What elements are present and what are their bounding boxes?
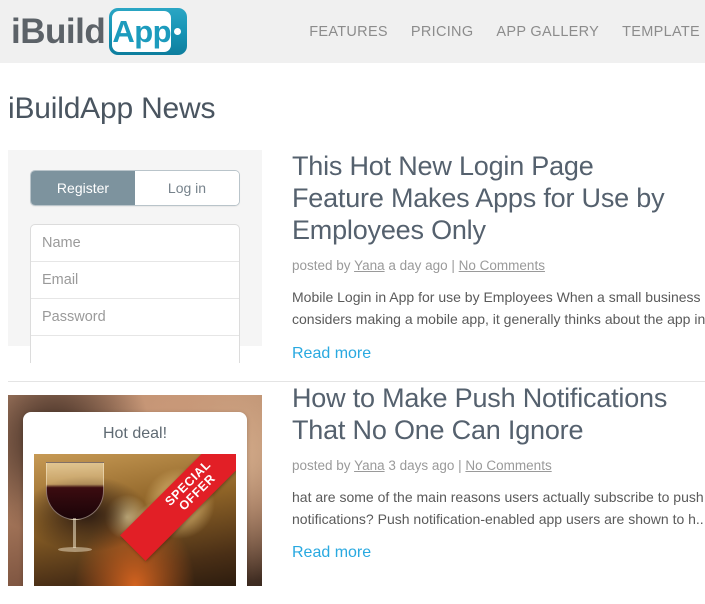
logo-text-ibuild: iBuild [11, 12, 106, 51]
wine-base-shape [58, 546, 92, 552]
article-thumbnail[interactable]: Hot deal! SPECIAL OFFER [8, 382, 262, 586]
posted-by-label: posted by [292, 458, 355, 473]
wine-glass-icon [46, 461, 104, 554]
article-excerpt: hat are some of the main reasons users a… [292, 487, 705, 530]
article-item: Register Log in Name Email Password This… [0, 150, 705, 363]
excerpt-line: considers making a mobile app, it genera… [292, 311, 705, 328]
wine-stem-shape [73, 517, 76, 548]
article-title-line: Feature Makes Apps for Use by [292, 183, 665, 214]
article-meta: posted by Yana a day ago | No Comments [292, 258, 705, 273]
tab-register[interactable]: Register [31, 171, 135, 205]
name-field[interactable]: Name [31, 225, 239, 262]
password-field[interactable]: Password [31, 299, 239, 336]
deal-card-title: Hot deal! [102, 424, 168, 442]
excerpt-line: notifications? Push notification-enabled… [292, 510, 705, 527]
nav-item-app-gallery[interactable]: APP GALLERY [496, 24, 599, 40]
special-offer-ribbon: SPECIAL OFFER [120, 453, 236, 561]
hot-deal-photo-mockup: Hot deal! SPECIAL OFFER [8, 394, 262, 586]
article-meta: posted by Yana 3 days ago | No Comments [292, 458, 705, 473]
article-title-line: How to Make Push Notifications [292, 382, 668, 413]
author-link[interactable]: Yana [354, 458, 385, 473]
site-header: iBuild App FEATURES PRICING APP GALLERY … [0, 0, 705, 63]
auth-tab-group: Register Log in [30, 170, 240, 206]
nav-item-features[interactable]: FEATURES [309, 24, 388, 40]
article-list: Register Log in Name Email Password This… [0, 150, 705, 586]
wine-bowl-shape [46, 461, 104, 520]
article-body: This Hot New Login Page Feature Makes Ap… [262, 150, 705, 363]
page-title: iBuildApp News [8, 92, 216, 125]
comments-link[interactable]: No Comments [465, 458, 551, 473]
signup-field-stack: Name Email Password [30, 224, 240, 363]
post-time: 3 days ago [384, 458, 459, 473]
excerpt-line: hat are some of the main reasons users a… [292, 489, 704, 505]
post-time: a day ago [384, 258, 452, 274]
logo-app-inner: App [112, 11, 172, 52]
article-body: How to Make Push Notifications That No O… [262, 382, 705, 586]
extra-field[interactable] [31, 336, 239, 363]
article-title[interactable]: How to Make Push Notifications That No O… [292, 382, 705, 446]
meta-separator: | [451, 258, 459, 274]
ribbon-line-2: OFFER [176, 471, 219, 514]
main-nav: FEATURES PRICING APP GALLERY TEMPLATE DE… [309, 24, 705, 40]
deal-photo: SPECIAL OFFER [34, 453, 236, 586]
read-more-link[interactable]: Read more [292, 544, 371, 562]
comments-link[interactable]: No Comments [459, 258, 545, 273]
article-title[interactable]: This Hot New Login Page Feature Makes Ap… [292, 150, 705, 246]
email-field[interactable]: Email [31, 262, 239, 299]
nav-item-template-designs[interactable]: TEMPLATE DESIGNS [622, 24, 705, 40]
logo-dot-icon [174, 28, 182, 35]
article-title-line: Employees Only [292, 215, 486, 246]
logo-text-app: App [112, 14, 172, 49]
deal-card: Hot deal! SPECIAL OFFER [23, 411, 247, 586]
excerpt-line: Mobile Login in App for use by Employees… [292, 289, 701, 306]
article-item: Hot deal! SPECIAL OFFER How to Make Push… [0, 382, 705, 586]
tab-log-in[interactable]: Log in [135, 171, 239, 205]
logo-app-badge: App [109, 8, 188, 55]
site-logo[interactable]: iBuild App [11, 8, 188, 55]
article-excerpt: Mobile Login in App for use by Employees… [292, 287, 705, 330]
author-link[interactable]: Yana [354, 258, 385, 273]
read-more-link[interactable]: Read more [292, 345, 371, 363]
posted-by-label: posted by [292, 258, 355, 274]
article-thumbnail[interactable]: Register Log in Name Email Password [8, 150, 262, 363]
article-title-line: This Hot New Login Page [292, 151, 594, 181]
article-title-line: That No One Can Ignore [292, 414, 584, 445]
login-form-mockup: Register Log in Name Email Password [8, 150, 262, 363]
nav-item-pricing[interactable]: PRICING [411, 24, 474, 40]
